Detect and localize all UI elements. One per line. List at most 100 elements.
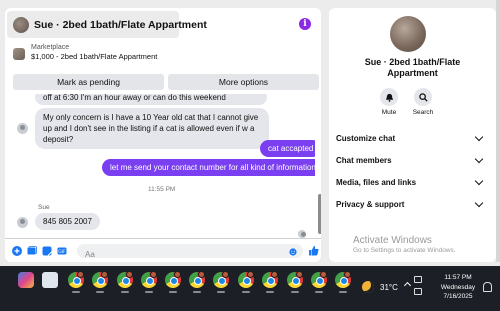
search-button[interactable]: Search bbox=[408, 88, 438, 116]
chat-members-label: Chat members bbox=[336, 155, 392, 165]
profile-badge bbox=[126, 271, 133, 278]
running-indicator bbox=[291, 291, 299, 293]
privacy-support-section[interactable]: Privacy & support bbox=[336, 197, 484, 211]
activate-windows-watermark: Activate Windows Go to Settings to activ… bbox=[353, 235, 456, 254]
chevron-down-icon bbox=[474, 176, 484, 185]
chevron-up-icon[interactable] bbox=[403, 281, 412, 290]
profile-badge bbox=[198, 271, 205, 278]
chat-title: Sue · 2bed 1bath/Flate Appartment bbox=[34, 18, 207, 31]
sender-name: Sue bbox=[38, 204, 50, 211]
search-icon bbox=[418, 92, 428, 102]
composer-divider bbox=[5, 238, 321, 239]
profile-badge bbox=[77, 271, 84, 278]
moon-icon bbox=[362, 281, 374, 293]
emoji-icon[interactable] bbox=[289, 248, 297, 256]
sticker-icon[interactable] bbox=[42, 246, 52, 256]
profile-badge bbox=[101, 271, 108, 278]
seen-indicator-avatar bbox=[298, 230, 306, 238]
running-indicator bbox=[217, 291, 225, 293]
taskbar-clock[interactable]: 11:57 PM Wednesday 7/16/2025 bbox=[436, 273, 480, 302]
system-tray[interactable] bbox=[414, 276, 422, 295]
sender-avatar bbox=[17, 217, 28, 228]
gif-icon[interactable]: GIF bbox=[57, 246, 67, 256]
message-input-wrapper bbox=[77, 244, 303, 262]
message-timestamp: 11:55 PM bbox=[148, 186, 176, 193]
message-scrollbar[interactable] bbox=[318, 96, 321, 236]
running-indicator bbox=[193, 291, 201, 293]
watermark-title: Activate Windows bbox=[353, 235, 432, 246]
svg-text:GIF: GIF bbox=[58, 249, 66, 255]
marketplace-label: Marketplace bbox=[31, 44, 70, 51]
chat-members-section[interactable]: Chat members bbox=[336, 153, 484, 167]
clock-date: 7/16/2025 bbox=[443, 293, 473, 300]
message-bubble-incoming: off at 6:30 I'm an hour away or can do t… bbox=[35, 94, 267, 105]
weather-widget[interactable]: 31°C bbox=[362, 281, 398, 293]
customize-chat-label: Customize chat bbox=[336, 133, 396, 143]
chat-header[interactable]: Sue · 2bed 1bath/Flate Appartment bbox=[7, 11, 207, 38]
network-icon[interactable] bbox=[414, 276, 422, 283]
running-indicator bbox=[169, 291, 177, 293]
clock-time: 11:57 PM bbox=[444, 274, 472, 281]
contact-avatar bbox=[13, 16, 29, 33]
windows-taskbar: 31°C 11:57 PM Wednesday 7/16/2025 bbox=[0, 266, 500, 311]
search-label: Search bbox=[412, 109, 434, 116]
listing-actions: Mark as pending More options bbox=[13, 74, 319, 90]
profile-badge bbox=[247, 271, 254, 278]
chevron-down-icon bbox=[474, 132, 484, 141]
profile-badge bbox=[296, 271, 303, 278]
profile-badge bbox=[271, 271, 278, 278]
message-input[interactable] bbox=[77, 247, 303, 262]
message-bubble-incoming: 845 805 2007 bbox=[35, 213, 100, 230]
running-indicator bbox=[145, 291, 153, 293]
mute-label: Mute bbox=[381, 109, 397, 116]
listing-thumbnail bbox=[13, 48, 25, 60]
running-indicator bbox=[266, 291, 274, 293]
temperature: 31°C bbox=[380, 282, 398, 292]
sender-avatar bbox=[17, 123, 28, 134]
bell-icon bbox=[385, 93, 393, 102]
info-icon[interactable]: i bbox=[299, 18, 311, 30]
more-options-button[interactable]: More options bbox=[168, 74, 319, 90]
contact-avatar-large[interactable] bbox=[390, 16, 426, 52]
media-files-links-section[interactable]: Media, files and links bbox=[336, 175, 484, 189]
conversation-title: Sue · 2bed 1bath/Flate Appartment bbox=[364, 57, 461, 78]
profile-badge bbox=[320, 271, 327, 278]
profile-badge bbox=[222, 271, 229, 278]
media-files-links-label: Media, files and links bbox=[336, 177, 417, 187]
page-scrollbar[interactable] bbox=[496, 0, 500, 262]
chevron-down-icon bbox=[474, 198, 484, 207]
plus-icon[interactable] bbox=[12, 246, 22, 256]
running-indicator bbox=[339, 291, 347, 293]
running-indicator bbox=[315, 291, 323, 293]
chevron-down-icon bbox=[474, 154, 484, 163]
notification-bell-icon[interactable] bbox=[483, 282, 492, 292]
copilot-icon[interactable] bbox=[18, 272, 34, 288]
conversation-details-panel: Sue · 2bed 1bath/Flate Appartment Mute S… bbox=[329, 8, 496, 262]
message-bubble-outgoing: cat accapted bbox=[260, 140, 315, 157]
running-indicator bbox=[242, 291, 250, 293]
like-icon[interactable] bbox=[308, 245, 319, 256]
scrollbar-thumb[interactable] bbox=[318, 194, 321, 234]
mark-as-pending-button[interactable]: Mark as pending bbox=[13, 74, 164, 90]
watermark-subtitle: Go to Settings to activate Windows. bbox=[353, 247, 456, 254]
running-indicator bbox=[121, 291, 129, 293]
app-icon[interactable] bbox=[42, 272, 58, 288]
running-indicator bbox=[72, 291, 80, 293]
message-bubble-outgoing: let me send your contact number for all … bbox=[102, 159, 315, 176]
privacy-support-label: Privacy & support bbox=[336, 199, 405, 209]
message-bubble-incoming: My only concern is I have a 10 Year old … bbox=[35, 108, 269, 149]
photo-icon[interactable] bbox=[27, 246, 37, 256]
profile-badge bbox=[150, 271, 157, 278]
listing-price-title: $1,000 - 2bed 1bath/Flate Appartment bbox=[31, 52, 158, 61]
message-list: off at 6:30 I'm an hour away or can do t… bbox=[5, 94, 315, 240]
battery-icon[interactable] bbox=[414, 288, 422, 295]
mute-button[interactable]: Mute bbox=[374, 88, 404, 116]
clock-day: Wednesday bbox=[440, 283, 476, 291]
profile-badge bbox=[344, 271, 351, 278]
chat-panel: Sue · 2bed 1bath/Flate Appartment i Mark… bbox=[5, 8, 321, 262]
customize-chat-section[interactable]: Customize chat bbox=[336, 131, 484, 145]
profile-badge bbox=[174, 271, 181, 278]
message-composer: GIF bbox=[5, 240, 321, 262]
running-indicator bbox=[96, 291, 104, 293]
listing-summary[interactable]: Marketplace $1,000 - 2bed 1bath/Flate Ap… bbox=[13, 44, 157, 61]
